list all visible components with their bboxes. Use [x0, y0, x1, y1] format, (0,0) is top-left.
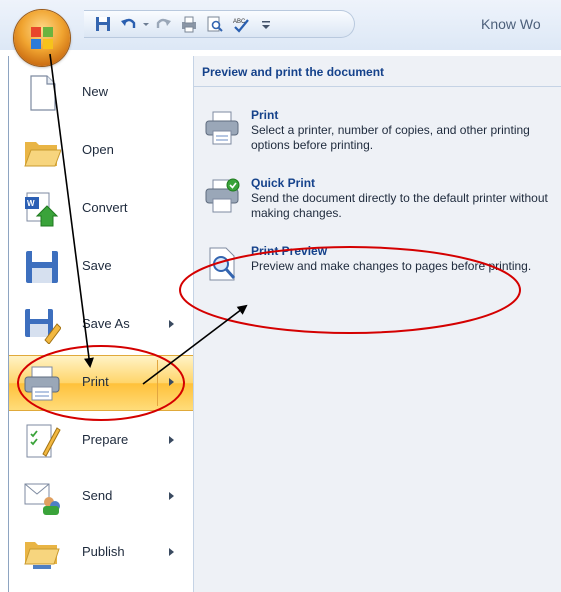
office-menu-commands: New Open W Convert Save Save As Print Pr…: [9, 56, 194, 592]
printer-icon: [205, 111, 239, 145]
option-title: Print: [251, 108, 279, 122]
submenu-arrow-icon[interactable]: [169, 378, 174, 386]
office-menu: New Open W Convert Save Save As Print Pr…: [8, 56, 561, 592]
send-icon: [24, 483, 60, 515]
undo-dropdown-icon[interactable]: [142, 15, 150, 33]
menu-item-label: Prepare: [82, 432, 129, 447]
save-icon[interactable]: [94, 15, 112, 33]
menu-item-print[interactable]: Print: [9, 355, 193, 411]
quick-print-icon[interactable]: [180, 15, 198, 33]
prepare-icon: [26, 424, 61, 458]
magnifier-page-icon: [209, 247, 236, 281]
menu-item-label: Save As: [82, 316, 130, 331]
save-as-icon: [25, 309, 61, 344]
option-description: Preview and make changes to pages before…: [251, 259, 532, 273]
submenu-arrow-icon: [169, 548, 174, 556]
menu-item-send[interactable]: Send: [9, 470, 193, 524]
menu-item-label: Open: [82, 142, 114, 157]
option-title: Quick Print: [251, 176, 316, 190]
redo-icon[interactable]: [154, 15, 172, 33]
undo-icon[interactable]: [120, 15, 138, 33]
menu-item-label: Convert: [82, 200, 128, 215]
menu-item-save-as[interactable]: Save As: [9, 298, 193, 352]
submenu-arrow-icon: [169, 436, 174, 444]
menu-item-convert[interactable]: W Convert: [9, 182, 193, 236]
menu-item-prepare[interactable]: Prepare: [9, 414, 193, 468]
quick-print-icon: [205, 178, 240, 213]
menu-item-publish[interactable]: Publish: [9, 526, 193, 580]
publish-icon: [24, 542, 60, 569]
title-bar: ABC Know Wo: [0, 0, 561, 50]
print-preview-icon[interactable]: [206, 15, 224, 33]
submenu-header: Preview and print the document: [194, 56, 561, 87]
option-title: Print Preview: [251, 244, 328, 258]
window-title: Know Wo: [481, 16, 541, 32]
office-button[interactable]: [14, 10, 70, 66]
new-document-icon: [30, 75, 56, 111]
menu-item-save[interactable]: Save: [9, 240, 193, 294]
menu-item-label: Save: [82, 258, 112, 273]
quick-access-toolbar: ABC: [84, 10, 355, 38]
menu-item-label: New: [82, 84, 109, 99]
spelling-icon[interactable]: ABC: [232, 15, 250, 33]
print-submenu: Preview and print the document Print Sel…: [194, 56, 561, 592]
convert-icon: W: [25, 192, 59, 227]
customize-dropdown-icon[interactable]: [260, 15, 272, 33]
menu-item-label: Send: [82, 488, 113, 503]
option-description: Send the document directly to the defaul…: [251, 191, 548, 220]
submenu-option-print-preview[interactable]: Print Preview Preview and make changes t…: [194, 244, 561, 296]
office-logo-icon: [31, 27, 53, 49]
option-description: Select a printer, number of copies, and …: [251, 123, 530, 152]
save-icon: [26, 251, 58, 283]
menu-item-new[interactable]: New: [9, 66, 193, 120]
submenu-arrow-icon: [169, 492, 174, 500]
menu-item-open[interactable]: Open: [9, 124, 193, 178]
submenu-option-print[interactable]: Print Select a printer, number of copies…: [194, 108, 561, 160]
split-divider: [157, 360, 158, 406]
menu-item-label: Publish: [82, 544, 125, 559]
svg-text:W: W: [27, 199, 35, 208]
menu-item-label: Print: [82, 374, 109, 389]
submenu-option-quick-print[interactable]: Quick Print Send the document directly t…: [194, 176, 561, 228]
printer-icon: [24, 366, 60, 401]
open-folder-icon: [24, 142, 61, 167]
submenu-header-title: Preview and print the document: [202, 65, 385, 79]
submenu-arrow-icon: [169, 320, 174, 328]
